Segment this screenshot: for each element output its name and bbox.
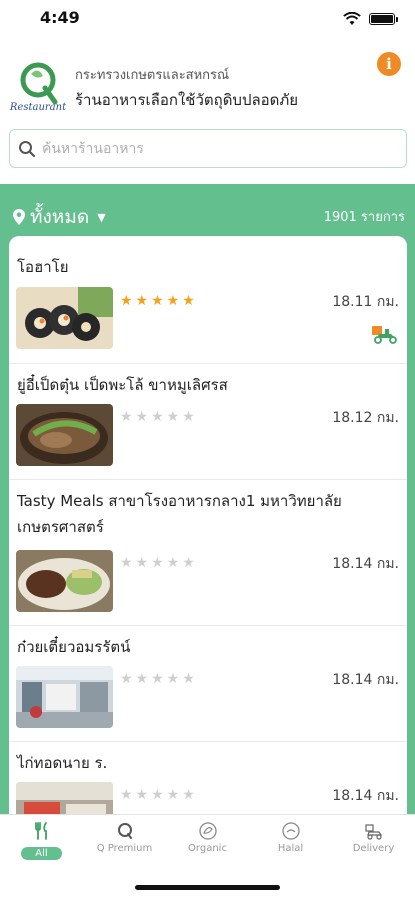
- list-item[interactable]: โอฮาโย ★★★★★ 18.11 กม.: [9, 236, 407, 364]
- tab-q-premium[interactable]: Q Premium: [83, 821, 166, 865]
- wifi-icon: [343, 12, 361, 25]
- delivery-icon: [364, 824, 382, 840]
- rating-stars: ★★★★★: [120, 787, 198, 803]
- status-time: 4:49: [40, 8, 80, 27]
- restaurant-photo: [16, 782, 113, 814]
- search-box[interactable]: [9, 129, 407, 168]
- search-input[interactable]: [42, 140, 382, 157]
- rating-stars: ★★★★★: [120, 409, 198, 425]
- fork-knife-icon: [34, 822, 47, 840]
- restaurant-photo: [16, 550, 113, 612]
- restaurant-logo: Restaurant: [9, 62, 67, 113]
- restaurant-photo: [16, 666, 113, 728]
- rating-stars: ★★★★★: [120, 293, 198, 309]
- list-item[interactable]: ไก่ทอดนาย ร. ★★★★★ 18.14 กม.: [9, 742, 407, 814]
- restaurant-panel: ทั้งหมด ▼ 1901 รายการ โอฮาโย ★★★★★ 18.11…: [0, 184, 415, 814]
- organic-icon: [198, 822, 217, 840]
- chevron-down-icon: ▼: [97, 210, 106, 224]
- tab-organic[interactable]: Organic: [166, 821, 249, 865]
- app-title: ร้านอาหารเลือกใช้วัตถุดิบปลอดภัย: [75, 91, 299, 109]
- tab-label: Organic: [188, 843, 227, 854]
- info-button[interactable]: i: [377, 52, 401, 76]
- battery-icon: [369, 13, 398, 25]
- restaurant-name: Tasty Meals สาขาโรงอาหารกลาง1 มหาวิทยาลั…: [17, 492, 342, 536]
- restaurant-name: ไก่ทอดนาย ร.: [17, 754, 108, 772]
- distance: 18.14 กม.: [332, 556, 399, 572]
- location-label: ทั้งหมด: [30, 206, 90, 228]
- app-header: Restaurant กระทรวงเกษตรและสหกรณ์ ร้านอาห…: [0, 52, 415, 122]
- restaurant-photo: [16, 404, 113, 466]
- distance: 18.14 กม.: [332, 788, 399, 804]
- halal-icon: [281, 822, 300, 840]
- distance: 18.14 กม.: [332, 672, 399, 688]
- tab-all[interactable]: All: [0, 821, 83, 865]
- status-icons: [343, 12, 398, 26]
- restaurant-name: ก๋วยเตี๋ยวอมรรัตน์: [17, 638, 131, 656]
- home-indicator[interactable]: [135, 885, 280, 890]
- logo-text: Restaurant: [9, 102, 67, 113]
- tab-delivery[interactable]: Delivery: [332, 821, 415, 865]
- tab-label: All: [21, 847, 62, 860]
- restaurant-list: โอฮาโย ★★★★★ 18.11 กม. ยู่อี๋เป็ดตุ๋น เป…: [9, 236, 407, 814]
- status-bar: 4:49: [0, 0, 415, 42]
- restaurant-name: โอฮาโย: [17, 258, 69, 276]
- rating-stars: ★★★★★: [120, 555, 198, 571]
- location-pin-icon: [13, 209, 25, 225]
- search-icon: [19, 140, 36, 157]
- tab-halal[interactable]: Halal: [249, 821, 332, 865]
- tab-label: Delivery: [352, 843, 395, 854]
- rating-stars: ★★★★★: [120, 671, 198, 687]
- q-premium-icon: [117, 823, 132, 839]
- list-item[interactable]: ยู่อี๋เป็ดตุ๋น เป็ดพะโล้ ขาหมูเลิศรส ★★★…: [9, 364, 407, 480]
- location-filter[interactable]: ทั้งหมด ▼: [12, 202, 106, 232]
- delivery-icon: [372, 326, 397, 344]
- restaurant-name: ยู่อี๋เป็ดตุ๋น เป็ดพะโล้ ขาหมูเลิศรส: [17, 376, 228, 394]
- tab-label: Q Premium: [96, 843, 153, 854]
- result-count: 1901 รายการ: [323, 210, 405, 225]
- restaurant-photo: [16, 287, 113, 349]
- list-item[interactable]: Tasty Meals สาขาโรงอาหารกลาง1 มหาวิทยาลั…: [9, 480, 407, 626]
- distance: 18.12 กม.: [332, 410, 399, 426]
- distance: 18.11 กม.: [332, 294, 399, 310]
- org-name: กระทรวงเกษตรและสหกรณ์: [75, 68, 230, 83]
- list-item[interactable]: ก๋วยเตี๋ยวอมรรัตน์ ★★★★★ 18.14 กม.: [9, 626, 407, 742]
- tab-label: Halal: [277, 843, 304, 854]
